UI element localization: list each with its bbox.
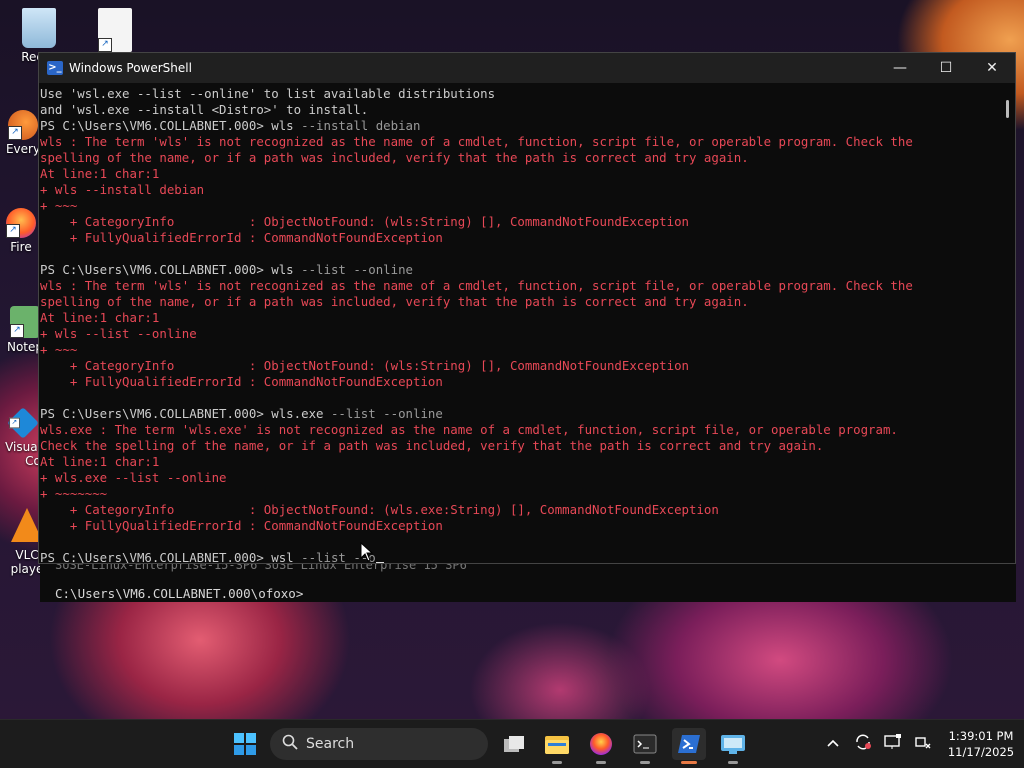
console-line: and 'wsl.exe --install <Distro>' to inst… [40, 102, 369, 117]
sync-icon[interactable] [848, 733, 878, 755]
windows-start-icon [234, 733, 256, 755]
console-line: + ~~~ [40, 198, 78, 213]
console-line: At line:1 char:1 [40, 166, 160, 181]
taskbar: Search 1:39:01 PM 11/17/2025 [0, 719, 1024, 768]
powershell-icon [678, 735, 700, 753]
console-line: At line:1 char:1 [40, 310, 160, 325]
taskbar-remote-desktop[interactable] [716, 728, 750, 764]
taskbar-file-explorer[interactable] [540, 728, 574, 764]
console-line: + CategoryInfo : ObjectNotFound: (wls:St… [40, 214, 690, 229]
network-icon[interactable] [908, 734, 938, 754]
prompt-path: PS C:\Users\VM6.COLLABNET.000> [40, 550, 272, 563]
everything-icon: ↗ [8, 110, 38, 140]
running-indicator [596, 761, 606, 764]
shortcut-arrow-icon: ↗ [8, 126, 22, 140]
console-line: At line:1 char:1 [40, 454, 160, 469]
clock-time: 1:39:01 PM [948, 729, 1014, 743]
firefox-icon [590, 733, 612, 755]
clock-date: 11/17/2025 [947, 745, 1015, 759]
console-output[interactable]: Use 'wsl.exe --list --online' to list av… [39, 84, 1001, 563]
window-title: Windows PowerShell [69, 61, 192, 75]
vscode-icon: ↗ [7, 407, 39, 439]
console-prompt-line: PS C:\Users\VM6.COLLABNET.000> wls --ins… [40, 118, 1001, 134]
console-line: wls : The term 'wls' is not recognized a… [40, 134, 913, 149]
taskbar-firefox[interactable] [584, 728, 618, 764]
console-prompt-line: PS C:\Users\VM6.COLLABNET.000> wls.exe -… [40, 406, 1001, 422]
search-icon [282, 734, 298, 754]
console-line: + wls --install debian [40, 182, 205, 197]
powershell-icon: >_ [47, 61, 63, 75]
console-line: + ~~~ [40, 342, 78, 357]
command-name: wls [271, 262, 294, 277]
prompt-path: PS C:\Users\VM6.COLLABNET.000> [40, 406, 272, 421]
console-line: + ~~~~~~~ [40, 486, 108, 501]
maximize-button[interactable]: ☐ [923, 53, 969, 83]
console-line: spelling of the name, or if a path was i… [40, 294, 749, 309]
shortcut-arrow-icon: ↗ [6, 224, 20, 238]
console-line: + CategoryInfo : ObjectNotFound: (wls.ex… [40, 502, 719, 517]
prompt-path: PS C:\Users\VM6.COLLABNET.000> [40, 262, 272, 277]
console-line: Check the spelling of the name, or if a … [40, 438, 824, 453]
minimize-button[interactable]: — [877, 53, 923, 83]
command-args: --list --online [323, 406, 443, 421]
firefox-icon: ↗ [6, 208, 36, 238]
desktop-icon-file[interactable]: ↗ [80, 8, 150, 54]
task-view-icon [504, 736, 524, 752]
text-cursor [375, 562, 384, 563]
desktop: { "desktop": { "icons": [ {"label": "Rec… [0, 0, 1024, 768]
taskbar-powershell[interactable] [672, 728, 706, 764]
console-line: + FullyQualifiedErrorId : CommandNotFoun… [40, 374, 443, 389]
console-prompt-line: PS C:\Users\VM6.COLLABNET.000> wls --lis… [40, 262, 1001, 278]
chevron-up-icon[interactable] [818, 736, 848, 752]
console-line: + wls --list --online [40, 326, 197, 341]
shortcut-arrow-icon: ↗ [98, 38, 112, 52]
running-indicator [552, 761, 562, 764]
console-prompt-line: PS C:\Users\VM6.COLLABNET.000> wsl --lis… [40, 550, 1001, 563]
background-cmd-prompt[interactable]: C:\Users\VM6.COLLABNET.000\ofoxo> [55, 586, 303, 601]
console-line: wls : The term 'wls' is not recognized a… [40, 278, 913, 293]
running-indicator [640, 761, 650, 764]
command-args: --install debian [293, 118, 421, 133]
command-name: wsl [271, 550, 294, 563]
running-indicator [728, 761, 738, 764]
file-icon: ↗ [98, 8, 132, 52]
start-button[interactable] [228, 728, 262, 760]
prompt-path: PS C:\Users\VM6.COLLABNET.000> [40, 118, 272, 133]
recycle-bin-icon [22, 8, 56, 48]
powershell-window[interactable]: >_ Windows PowerShell — ☐ ✕ Use 'wsl.exe… [38, 52, 1016, 564]
command-args: --list --online [293, 262, 414, 277]
mouse-pointer-icon [360, 542, 374, 562]
console-line: + FullyQualifiedErrorId : CommandNotFoun… [40, 230, 443, 245]
taskbar-terminal[interactable] [628, 728, 662, 764]
search-label: Search [306, 736, 355, 752]
remote-desktop-icon [721, 735, 745, 754]
console-line: + CategoryInfo : ObjectNotFound: (wls:St… [40, 358, 690, 373]
close-button[interactable]: ✕ [969, 53, 1015, 83]
system-clock[interactable]: 1:39:01 PM 11/17/2025 [938, 728, 1024, 760]
taskbar-search-box[interactable]: Search [270, 728, 488, 760]
shortcut-arrow-icon: ↗ [10, 324, 24, 338]
command-name: wls [271, 118, 294, 133]
console-line: spelling of the name, or if a path was i… [40, 150, 749, 165]
system-tray: 1:39:01 PM 11/17/2025 [818, 720, 1024, 768]
scrollbar-thumb[interactable] [1006, 100, 1009, 118]
command-name: wls.exe [271, 406, 324, 421]
shortcut-arrow-icon: ↗ [9, 417, 20, 429]
file-explorer-icon [545, 736, 569, 754]
title-bar[interactable]: >_ Windows PowerShell — ☐ ✕ [39, 53, 1015, 83]
scrollbar[interactable] [1001, 84, 1015, 563]
console-line: Use 'wsl.exe --list --online' to list av… [40, 86, 496, 101]
display-icon[interactable] [878, 734, 908, 754]
console-line: wls.exe : The term 'wls.exe' is not reco… [40, 422, 898, 437]
taskbar-task-view[interactable] [497, 728, 531, 760]
terminal-icon [633, 734, 657, 754]
notepad-icon: ↗ [10, 306, 40, 338]
active-indicator [681, 761, 697, 764]
console-line: + FullyQualifiedErrorId : CommandNotFoun… [40, 518, 443, 533]
background-cmd-window[interactable]: SUSE-Linux-Enterprise-15-SP6 SUSE Linux … [40, 558, 1016, 602]
console-line: + wls.exe --list --online [40, 470, 227, 485]
